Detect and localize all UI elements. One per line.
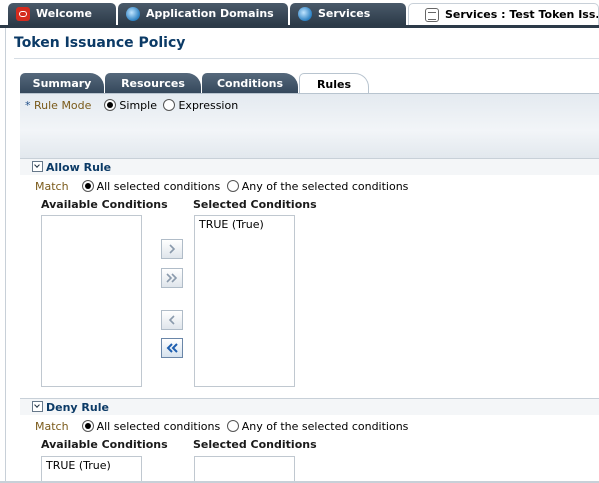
tab-label: Services — [318, 7, 371, 20]
deny-all-conditions-radio[interactable] — [81, 420, 94, 432]
radio-label: All selected conditions — [96, 420, 221, 433]
deny-match-row: Match All selected conditions Any of the… — [35, 420, 408, 433]
move-icon — [169, 244, 176, 254]
selected-conditions-header: Selected Conditions — [193, 198, 317, 211]
rule-mode-expression-radio[interactable] — [163, 99, 176, 111]
page-title: Token Issuance Policy — [14, 35, 186, 51]
radio-label: Expression — [178, 99, 239, 112]
rule-mode-simple-radio[interactable] — [104, 99, 117, 111]
remove-all-button[interactable] — [161, 338, 183, 358]
tab-resources[interactable]: Resources — [105, 73, 201, 94]
allow-match-row: Match All selected conditions Any of the… — [35, 180, 408, 193]
oracle-logo-icon — [16, 7, 30, 21]
remove-all-icon — [166, 343, 178, 353]
tab-label: Services : Test Token Iss... — [445, 8, 599, 21]
available-conditions-header: Available Conditions — [41, 438, 168, 451]
remove-icon — [168, 315, 175, 325]
allow-rule-header[interactable]: Allow Rule — [20, 159, 599, 175]
move-all-icon — [166, 273, 178, 283]
tab-services-test-token[interactable]: Services : Test Token Iss... — [408, 3, 599, 25]
rule-mode-label: Rule Mode — [34, 99, 92, 112]
tab-summary[interactable]: Summary — [20, 73, 104, 94]
tab-conditions[interactable]: Conditions — [202, 73, 298, 94]
tab-rules[interactable]: Rules — [299, 73, 369, 94]
tab-application-domains[interactable]: Application Domains — [118, 3, 288, 25]
allow-any-conditions-radio[interactable] — [226, 180, 239, 192]
radio-label: Any of the selected conditions — [241, 420, 409, 433]
list-item[interactable]: TRUE (True) — [42, 457, 141, 474]
title-divider — [14, 58, 599, 59]
tab-welcome[interactable]: Welcome — [8, 3, 116, 25]
radio-label: Any of the selected conditions — [241, 180, 409, 193]
available-conditions-header: Available Conditions — [41, 198, 168, 211]
allow-rule-title: Allow Rule — [46, 161, 112, 174]
allow-available-conditions-list[interactable] — [41, 215, 142, 387]
deny-any-conditions-radio[interactable] — [226, 420, 239, 432]
match-label: Match — [35, 180, 69, 193]
globe-icon — [126, 7, 140, 21]
page-content: Token Issuance Policy Summary Resources … — [5, 28, 599, 483]
radio-label: Simple — [119, 99, 157, 112]
rule-mode-row: * Rule Mode Simple Expression — [25, 99, 238, 112]
move-button[interactable] — [161, 239, 183, 259]
list-item[interactable]: TRUE (True) — [195, 216, 294, 233]
deny-available-conditions-list[interactable]: TRUE (True) — [41, 456, 142, 483]
tab-services[interactable]: Services — [290, 3, 406, 25]
deny-rule-title: Deny Rule — [46, 401, 109, 414]
allow-selected-conditions-list[interactable]: TRUE (True) — [194, 215, 295, 387]
match-label: Match — [35, 420, 69, 433]
chevron-down-icon[interactable] — [32, 401, 43, 412]
chevron-down-icon[interactable] — [32, 161, 43, 172]
radio-label: All selected conditions — [96, 180, 221, 193]
deny-rule-header[interactable]: Deny Rule — [20, 399, 599, 415]
deny-selected-conditions-list[interactable] — [194, 456, 295, 483]
allow-all-conditions-radio[interactable] — [81, 180, 94, 192]
top-tab-bar: Welcome Application Domains Services Ser… — [0, 0, 599, 27]
selected-conditions-header: Selected Conditions — [193, 438, 317, 451]
tab-label: Welcome — [36, 7, 92, 20]
remove-button[interactable] — [161, 310, 183, 330]
move-all-button[interactable] — [161, 268, 183, 288]
document-icon — [425, 8, 439, 22]
globe-icon — [298, 7, 312, 21]
required-marker: * — [25, 99, 31, 112]
tab-label: Application Domains — [146, 7, 274, 20]
